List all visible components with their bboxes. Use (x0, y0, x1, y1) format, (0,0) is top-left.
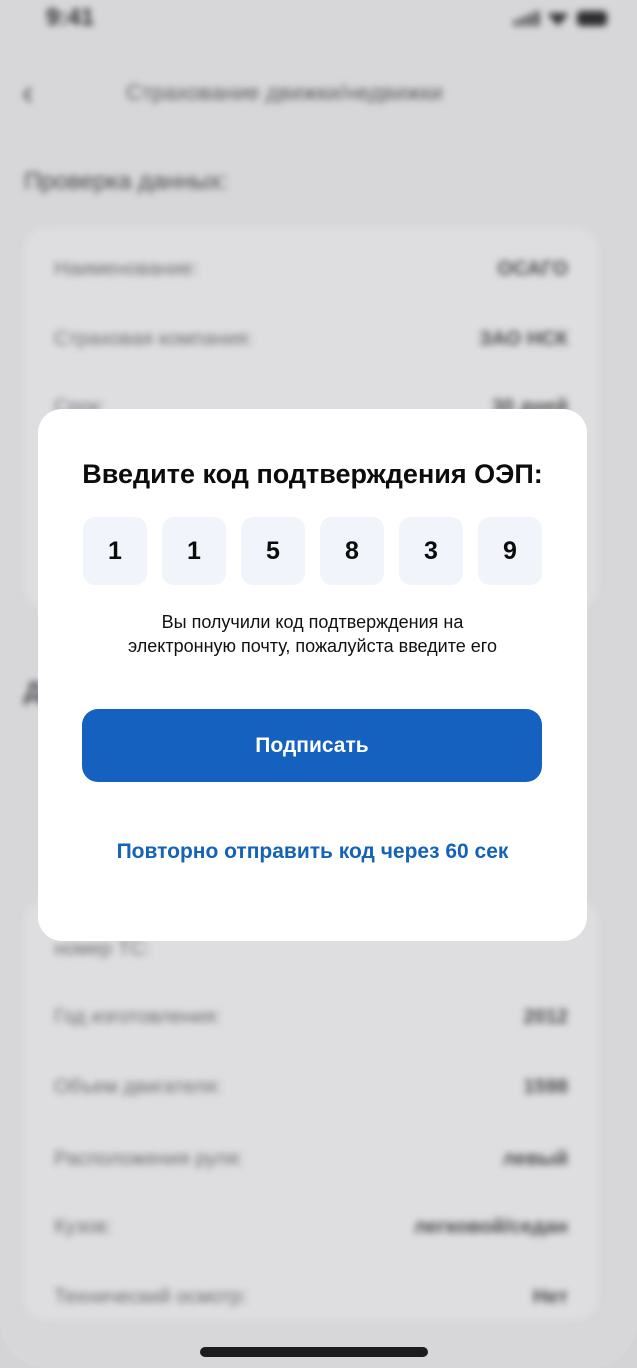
code-digit-input[interactable]: 9 (478, 517, 542, 585)
code-digit-input[interactable]: 3 (399, 517, 463, 585)
code-input-group: 1 1 5 8 3 9 (83, 517, 542, 585)
modal-title: Введите код подтверждения ОЭП: (82, 459, 543, 489)
code-digit-input[interactable]: 5 (241, 517, 305, 585)
resend-code-link[interactable]: Повторно отправить код через 60 сек (38, 840, 587, 864)
confirmation-modal: Введите код подтверждения ОЭП: 1 1 5 8 3… (38, 409, 587, 941)
code-digit-input[interactable]: 1 (162, 517, 226, 585)
code-digit-input[interactable]: 8 (320, 517, 384, 585)
code-hint: Вы получили код подтверждения на электро… (38, 610, 587, 658)
phone-screen: 9:41 ‹ Страхование движки/недвижки Прове… (0, 0, 637, 1368)
sign-button[interactable]: Подписать (82, 709, 542, 782)
code-hint-line1: Вы получили код подтверждения на (161, 612, 464, 632)
code-hint-line2: электронную почту, пожалуйста введите ег… (128, 636, 497, 656)
home-indicator[interactable] (200, 1347, 428, 1357)
code-digit-input[interactable]: 1 (83, 517, 147, 585)
